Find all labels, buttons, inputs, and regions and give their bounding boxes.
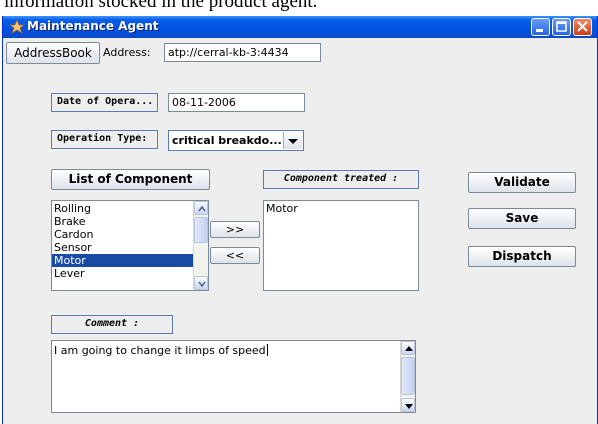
scroll-thumb[interactable] — [401, 357, 415, 395]
dispatch-button[interactable]: Dispatch — [468, 246, 576, 267]
validate-button[interactable]: Validate — [468, 172, 576, 193]
treated-list-item[interactable]: Motor — [264, 202, 418, 215]
component-list-item[interactable]: Brake — [52, 215, 208, 228]
chevron-down-icon — [198, 281, 206, 288]
scroll-down-button[interactable] — [401, 398, 415, 412]
component-list-scrollbar[interactable] — [193, 201, 208, 290]
arrow-up-icon — [405, 346, 413, 351]
document-caption: information stocked in the product agent… — [4, 0, 318, 12]
maintenance-agent-window: Maintenance Agent AddressBook Address: a… — [2, 16, 598, 424]
comment-scrollbar[interactable] — [400, 341, 415, 412]
maximize-icon — [556, 21, 567, 32]
dropdown-arrow-button[interactable] — [283, 132, 302, 149]
comment-value: I am going to change it limps of speed — [54, 344, 266, 357]
comment-label: Comment : — [51, 315, 173, 334]
text-caret — [266, 344, 268, 356]
remove-component-button[interactable]: << — [210, 247, 260, 264]
comment-textarea[interactable]: I am going to change it limps of speed — [51, 340, 416, 413]
chevron-up-icon — [198, 205, 206, 212]
operation-type-select[interactable]: critical breakdo... — [168, 130, 304, 151]
close-button[interactable] — [573, 18, 592, 36]
comment-text: I am going to change it limps of speed — [54, 344, 268, 357]
scroll-up-button[interactable] — [401, 341, 415, 355]
date-field[interactable]: 08-11-2006 — [168, 93, 305, 112]
operation-type-label: Operation Type: — [51, 130, 158, 149]
address-field[interactable]: atp://cerral-kb-3:4434 — [164, 43, 321, 62]
scroll-thumb[interactable] — [194, 217, 208, 243]
treated-component-list[interactable]: Motor — [263, 200, 419, 291]
title-bar[interactable]: Maintenance Agent — [3, 16, 597, 38]
component-list-item[interactable]: Sensor — [52, 241, 208, 254]
component-list-item[interactable]: Motor — [52, 254, 208, 267]
chevron-down-icon — [288, 139, 298, 144]
window-title: Maintenance Agent — [27, 19, 159, 33]
scroll-up-button[interactable] — [194, 201, 208, 215]
java-app-icon — [9, 19, 25, 34]
component-list[interactable]: Rolling Brake Cardon Sensor Motor Lever — [51, 200, 209, 291]
date-label: Date of Opera... — [51, 93, 158, 112]
minimize-icon — [536, 29, 543, 32]
close-icon — [577, 21, 588, 32]
component-list-item[interactable]: Lever — [52, 267, 208, 280]
component-list-item[interactable]: Cardon — [52, 228, 208, 241]
arrow-down-icon — [405, 404, 413, 409]
component-treated-label: Component treated : — [263, 170, 419, 189]
addressbook-button[interactable]: AddressBook — [6, 42, 100, 64]
save-button[interactable]: Save — [468, 208, 576, 229]
component-list-item[interactable]: Rolling — [52, 202, 208, 215]
operation-type-value: critical breakdo... — [172, 134, 282, 147]
scroll-down-button[interactable] — [194, 276, 208, 290]
list-of-component-button[interactable]: List of Component — [51, 169, 210, 190]
address-label: Address: — [103, 46, 151, 59]
add-component-button[interactable]: >> — [210, 221, 260, 238]
minimize-button[interactable] — [531, 18, 550, 36]
maximize-button[interactable] — [552, 18, 571, 36]
window-content: AddressBook Address: atp://cerral-kb-3:4… — [3, 38, 597, 424]
